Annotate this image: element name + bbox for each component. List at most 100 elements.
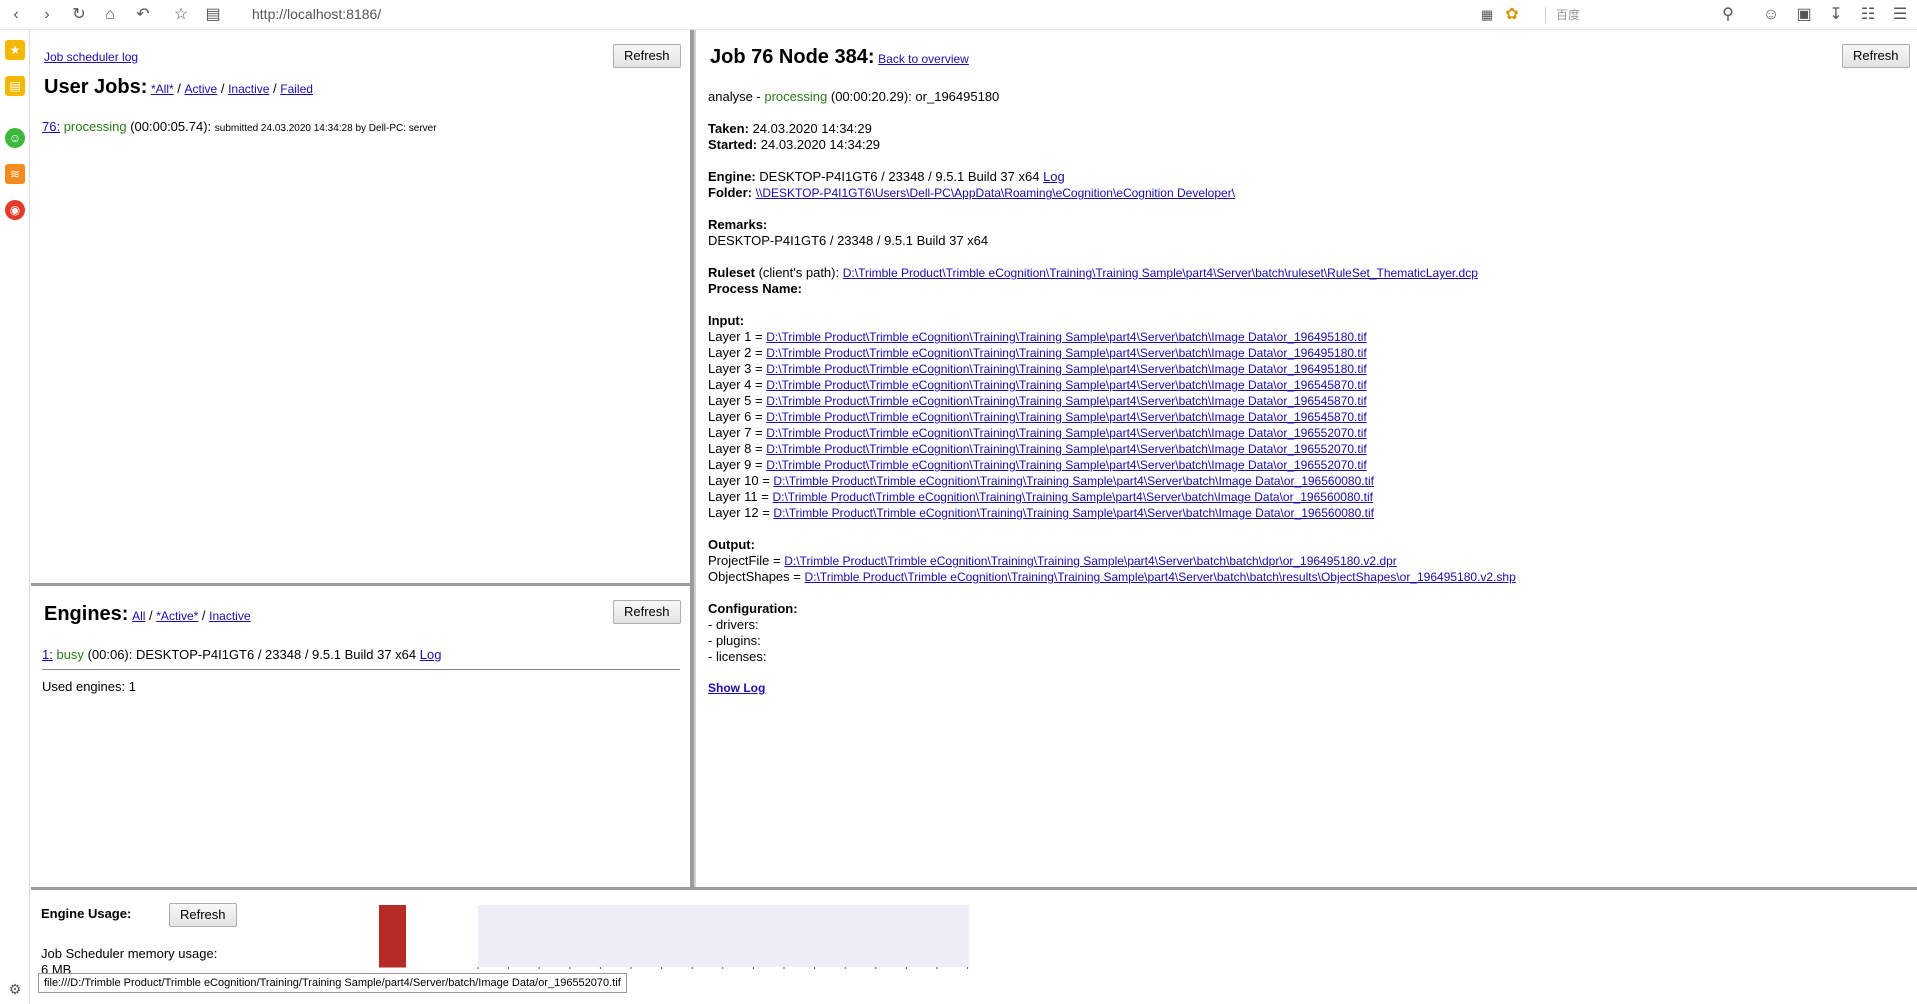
input-layer-row: Layer 9 = D:\Trimble Product\Trimble eCo… [708, 457, 1367, 472]
weibo-icon[interactable]: ◉ [5, 200, 25, 220]
undo-icon[interactable]: ↶ [134, 6, 152, 24]
input-layer-row: Layer 6 = D:\Trimble Product\Trimble eCo… [708, 409, 1367, 424]
input-layer-link[interactable]: D:\Trimble Product\Trimble eCognition\Tr… [766, 378, 1367, 392]
reload-icon[interactable]: ↻ [70, 6, 88, 24]
input-layer-link[interactable]: D:\Trimble Product\Trimble eCognition\Tr… [773, 474, 1374, 488]
settings-icon[interactable]: ⚙ [6, 980, 24, 998]
apps-icon[interactable]: ☷ [1859, 6, 1877, 24]
input-layer-link[interactable]: D:\Trimble Product\Trimble eCognition\Tr… [766, 426, 1367, 440]
output-link-objectshapes[interactable]: D:\Trimble Product\Trimble eCognition\Tr… [805, 570, 1516, 584]
filter-inactive[interactable]: Inactive [228, 82, 269, 96]
usage-chart-svg [379, 905, 969, 969]
configuration-label: Configuration: [708, 601, 798, 616]
job-detail-header: Job 76 Node 384: Back to overview [710, 46, 969, 69]
back-icon[interactable]: ‹ [7, 6, 25, 24]
rss-icon[interactable]: ≋ [5, 164, 25, 184]
taken-line: Taken: 24.03.2020 14:34:29 [708, 121, 872, 136]
job-detail-title: Job 76 Node 384: [710, 46, 875, 68]
input-layer-link[interactable]: D:\Trimble Product\Trimble eCognition\Tr… [766, 394, 1367, 408]
task-status: processing [764, 89, 828, 104]
input-layer-label: Layer 2 = [708, 345, 763, 360]
search-input[interactable]: 百度 [1556, 6, 1580, 23]
input-layer-link[interactable]: D:\Trimble Product\Trimble eCognition\Tr… [766, 458, 1367, 472]
input-layer-link[interactable]: D:\Trimble Product\Trimble eCognition\Tr… [772, 490, 1373, 504]
refresh-detail-button[interactable]: Refresh [1842, 44, 1910, 68]
filter-failed[interactable]: Failed [280, 82, 313, 96]
input-layer-link[interactable]: D:\Trimble Product\Trimble eCognition\Tr… [766, 330, 1367, 344]
input-layer-link[interactable]: D:\Trimble Product\Trimble eCognition\Tr… [766, 410, 1367, 424]
input-layer-row: Layer 12 = D:\Trimble Product\Trimble eC… [708, 505, 1374, 520]
taken-label: Taken: [708, 121, 749, 136]
output-link-projectfile[interactable]: D:\Trimble Product\Trimble eCognition\Tr… [784, 554, 1397, 568]
input-layer-row: Layer 2 = D:\Trimble Product\Trimble eCo… [708, 345, 1367, 360]
extension-icon[interactable]: ✿ [1503, 6, 1521, 24]
ruleset-link[interactable]: D:\Trimble Product\Trimble eCognition\Tr… [843, 266, 1478, 280]
job-id-link[interactable]: 76: [42, 119, 60, 134]
home-icon[interactable]: ⌂ [101, 6, 119, 24]
input-layer-label: Layer 3 = [708, 361, 763, 376]
engine-filter-all[interactable]: All [132, 609, 145, 623]
input-layer-link[interactable]: D:\Trimble Product\Trimble eCognition\Tr… [773, 506, 1374, 520]
engine-row: 1: busy (00:06): DESKTOP-P4I1GT6 / 23348… [42, 647, 441, 662]
filter-active[interactable]: Active [185, 82, 218, 96]
refresh-usage-button[interactable]: Refresh [169, 903, 237, 927]
folder-line: Folder: \\DESKTOP-P4I1GT6\Users\Dell-PC\… [708, 185, 1235, 200]
toolbox-icon[interactable]: ▣ [1795, 6, 1813, 24]
job-submitted: submitted 24.03.2020 14:34:28 by Dell-PC… [214, 123, 437, 134]
menu-icon[interactable]: ☰ [1891, 6, 1909, 24]
refresh-jobs-button[interactable]: Refresh [613, 44, 681, 68]
output-label-projectfile: ProjectFile = [708, 553, 781, 568]
engine-log-link[interactable]: Log [420, 647, 442, 662]
task-name: analyse - [708, 89, 761, 104]
input-layer-label: Layer 7 = [708, 425, 763, 440]
ruleset-label: Ruleset [708, 265, 755, 280]
engine-id-link[interactable]: 1: [42, 647, 53, 662]
favorites-icon[interactable]: ★ [5, 40, 25, 60]
job-status: processing [63, 119, 127, 134]
engine-log-link[interactable]: Log [1043, 169, 1065, 184]
refresh-engines-button[interactable]: Refresh [613, 600, 681, 624]
divider [1545, 7, 1546, 23]
engine-filter-active[interactable]: *Active* [156, 609, 198, 623]
input-layer-link[interactable]: D:\Trimble Product\Trimble eCognition\Tr… [766, 442, 1367, 456]
folder-link[interactable]: \\DESKTOP-P4I1GT6\Users\Dell-PC\AppData\… [756, 186, 1235, 200]
job-time: (00:00:05.74): [130, 119, 212, 134]
input-layer-row: Layer 1 = D:\Trimble Product\Trimble eCo… [708, 329, 1367, 344]
engine-detail: (00:06): DESKTOP-P4I1GT6 / 23348 / 9.5.1… [87, 647, 417, 662]
folder-label: Folder: [708, 185, 753, 200]
filter-all[interactable]: *All* [151, 82, 174, 96]
search-icon[interactable]: ⚲ [1719, 6, 1737, 24]
notes-icon[interactable]: ▤ [5, 76, 25, 96]
input-layer-label: Layer 11 = [708, 489, 769, 504]
input-layer-link[interactable]: D:\Trimble Product\Trimble eCognition\Tr… [766, 362, 1367, 376]
config-plugins: - plugins: [708, 633, 761, 648]
input-label: Input: [708, 313, 745, 328]
memory-usage-bar [379, 905, 406, 967]
output-label-objectshapes: ObjectShapes = [708, 569, 801, 584]
download-icon[interactable]: ↧ [1827, 6, 1845, 24]
input-layer-link[interactable]: D:\Trimble Product\Trimble eCognition\Tr… [766, 346, 1367, 360]
chat-icon[interactable]: ☺ [5, 128, 25, 148]
account-icon[interactable]: ☺ [1762, 6, 1780, 24]
back-to-overview-link[interactable]: Back to overview [878, 52, 969, 66]
engine-filter-inactive[interactable]: Inactive [209, 609, 250, 623]
star-icon[interactable]: ☆ [172, 6, 190, 24]
input-layer-label: Layer 6 = [708, 409, 763, 424]
job-scheduler-log-link[interactable]: Job scheduler log [44, 50, 138, 64]
started-value: 24.03.2020 14:34:29 [760, 137, 881, 152]
engine-status: busy [56, 647, 84, 662]
engine-line: Engine: DESKTOP-P4I1GT6 / 23348 / 9.5.1 … [708, 169, 1065, 184]
input-layer-label: Layer 4 = [708, 377, 763, 392]
address-bar[interactable]: http://localhost:8186/ [252, 6, 381, 22]
status-tooltip: file:///D:/Trimble Product/Trimble eCogn… [38, 973, 627, 993]
input-layer-row: Layer 4 = D:\Trimble Product\Trimble eCo… [708, 377, 1367, 392]
qr-icon[interactable]: ▦ [1478, 6, 1496, 24]
job-status-line: analyse - processing (00:00:20.29): or_1… [708, 89, 999, 104]
forward-icon[interactable]: › [38, 6, 56, 24]
engine-label: Engine: [708, 169, 756, 184]
input-layer-label: Layer 5 = [708, 393, 763, 408]
show-log-link[interactable]: Show Log [708, 681, 765, 695]
reader-icon[interactable]: ▤ [204, 6, 222, 24]
started-line: Started: 24.03.2020 14:34:29 [708, 137, 880, 152]
ruleset-note: (client's path): [758, 265, 840, 280]
